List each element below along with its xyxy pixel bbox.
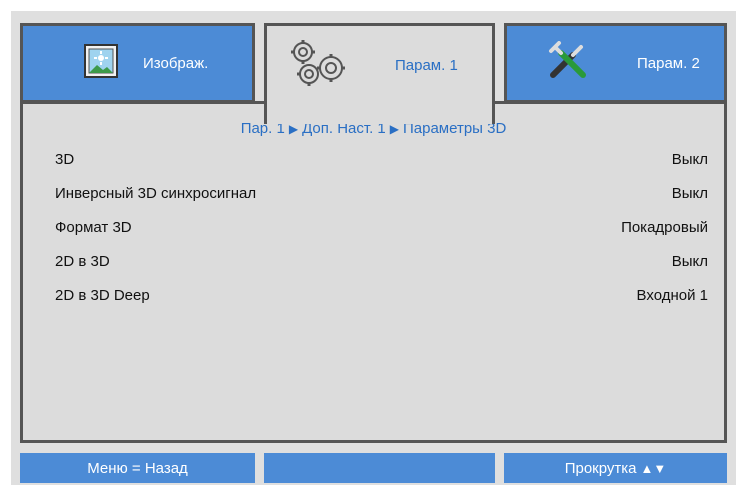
footer-back-label: Меню = Назад bbox=[87, 459, 188, 477]
setting-value[interactable]: Входной 1 bbox=[637, 287, 708, 304]
footer-middle bbox=[264, 453, 495, 483]
tab-image[interactable]: Изображ. bbox=[20, 23, 255, 103]
setting-label: 2D в 3D bbox=[55, 252, 110, 270]
setting-row-3d-sync-invert[interactable]: Инверсный 3D синхросигнал Выкл bbox=[55, 180, 708, 206]
scroll-arrows-icon: ▲▼ bbox=[640, 460, 667, 476]
tab-image-label: Изображ. bbox=[143, 54, 209, 72]
footer-scroll-hint: Прокрутка ▲▼ bbox=[504, 453, 727, 483]
breadcrumb-arrow-icon: ▶ bbox=[389, 122, 399, 136]
osd-menu: Изображ. Парам. 1 Парам. 2 Пар. 1 ▶ Доп.… bbox=[11, 11, 736, 485]
setting-row-2d-to-3d-deep[interactable]: 2D в 3D Deep Входной 1 bbox=[55, 282, 708, 308]
settings-panel: Пар. 1 ▶ Доп. Наст. 1 ▶ Параметры 3D 3D Выкл… bbox=[20, 101, 727, 443]
setting-label: 2D в 3D Deep bbox=[55, 286, 150, 304]
setting-row-3d[interactable]: 3D Выкл bbox=[55, 146, 708, 172]
setting-value[interactable]: Покадровый bbox=[621, 219, 708, 236]
setting-value[interactable]: Выкл bbox=[672, 185, 708, 202]
footer-scroll-label: Прокрутка bbox=[564, 459, 637, 477]
tab-settings-1[interactable]: Парам. 1 bbox=[264, 23, 495, 124]
tools-icon bbox=[547, 40, 591, 86]
picture-icon bbox=[83, 43, 119, 84]
setting-label: Инверсный 3D синхросигнал bbox=[55, 184, 257, 202]
tab-settings-2[interactable]: Парам. 2 bbox=[504, 23, 727, 103]
setting-label: Формат 3D bbox=[55, 218, 132, 236]
gears-icon bbox=[287, 38, 351, 93]
setting-label: 3D bbox=[55, 150, 75, 168]
tab-settings-2-label: Парам. 2 bbox=[637, 54, 700, 72]
breadcrumb-arrow-icon: ▶ bbox=[288, 122, 299, 136]
setting-value[interactable]: Выкл bbox=[672, 253, 708, 270]
setting-row-2d-to-3d[interactable]: 2D в 3D Выкл bbox=[55, 248, 708, 274]
setting-value[interactable]: Выкл bbox=[672, 151, 708, 168]
tab-settings-1-label: Парам. 1 bbox=[395, 56, 458, 74]
setting-row-3d-format[interactable]: Формат 3D Покадровый bbox=[55, 214, 708, 240]
footer-back-hint: Меню = Назад bbox=[20, 453, 255, 483]
